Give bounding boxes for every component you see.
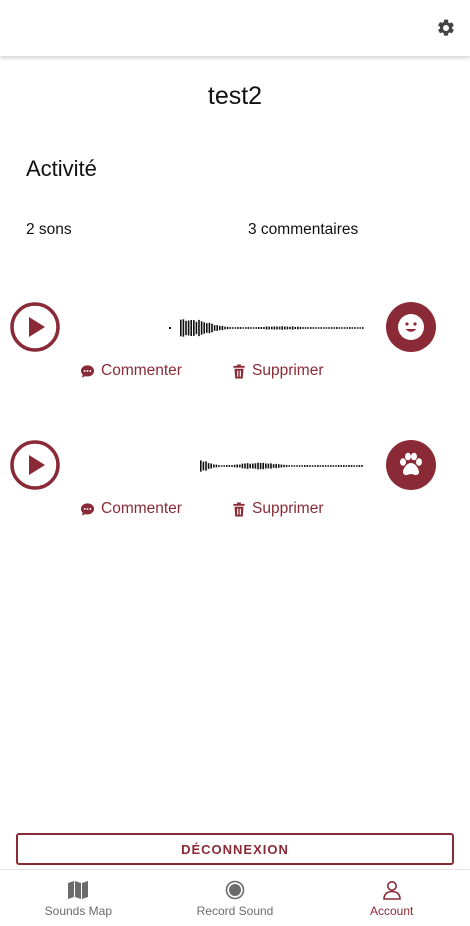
map-icon	[68, 881, 89, 899]
play-button[interactable]	[10, 302, 60, 352]
trash-icon	[233, 501, 245, 517]
comments-count: 3 commentaires	[248, 221, 359, 238]
nav-account[interactable]: Account	[313, 870, 470, 926]
record-icon	[225, 880, 245, 900]
trash-icon	[233, 363, 245, 379]
nav-record-sound[interactable]: Record Sound	[157, 870, 314, 926]
comment-button[interactable]: Commenter	[80, 500, 182, 518]
comment-icon	[80, 364, 95, 378]
nav-label: Sounds Map	[44, 904, 113, 918]
nav-sounds-map[interactable]: Sounds Map	[0, 870, 157, 926]
waveform[interactable]	[160, 446, 370, 486]
user-avatar[interactable]	[386, 302, 436, 352]
comment-label: Commenter	[101, 500, 182, 517]
bottom-nav: Sounds Map Record Sound Account	[0, 869, 470, 926]
user-icon	[382, 881, 401, 900]
smiley-icon	[398, 314, 424, 340]
delete-button[interactable]: Supprimer	[232, 500, 324, 518]
user-avatar[interactable]	[386, 440, 436, 490]
waveform[interactable]	[160, 308, 370, 348]
play-button[interactable]	[10, 440, 60, 490]
delete-button[interactable]: Supprimer	[232, 362, 324, 380]
delete-label: Supprimer	[252, 500, 324, 517]
profile-username: test2	[207, 82, 263, 110]
comment-label: Commenter	[101, 362, 182, 379]
play-icon	[10, 302, 60, 352]
sound-item: Commenter Supprimer	[0, 300, 470, 410]
activity-title: Activité	[26, 156, 97, 181]
gear-icon	[438, 19, 454, 36]
settings-button[interactable]	[436, 18, 456, 38]
logout-button[interactable]: DÉCONNEXION	[16, 833, 454, 865]
sound-item: Commenter Supprimer	[0, 438, 470, 548]
comment-button[interactable]: Commenter	[80, 362, 182, 380]
comment-icon	[80, 502, 95, 516]
sounds-count: 2 sons	[26, 221, 72, 238]
delete-label: Supprimer	[252, 362, 324, 379]
nav-label: Account	[370, 904, 414, 918]
play-icon	[10, 440, 60, 490]
app-header	[0, 0, 470, 56]
nav-label: Record Sound	[196, 904, 274, 918]
paw-icon	[400, 452, 422, 476]
